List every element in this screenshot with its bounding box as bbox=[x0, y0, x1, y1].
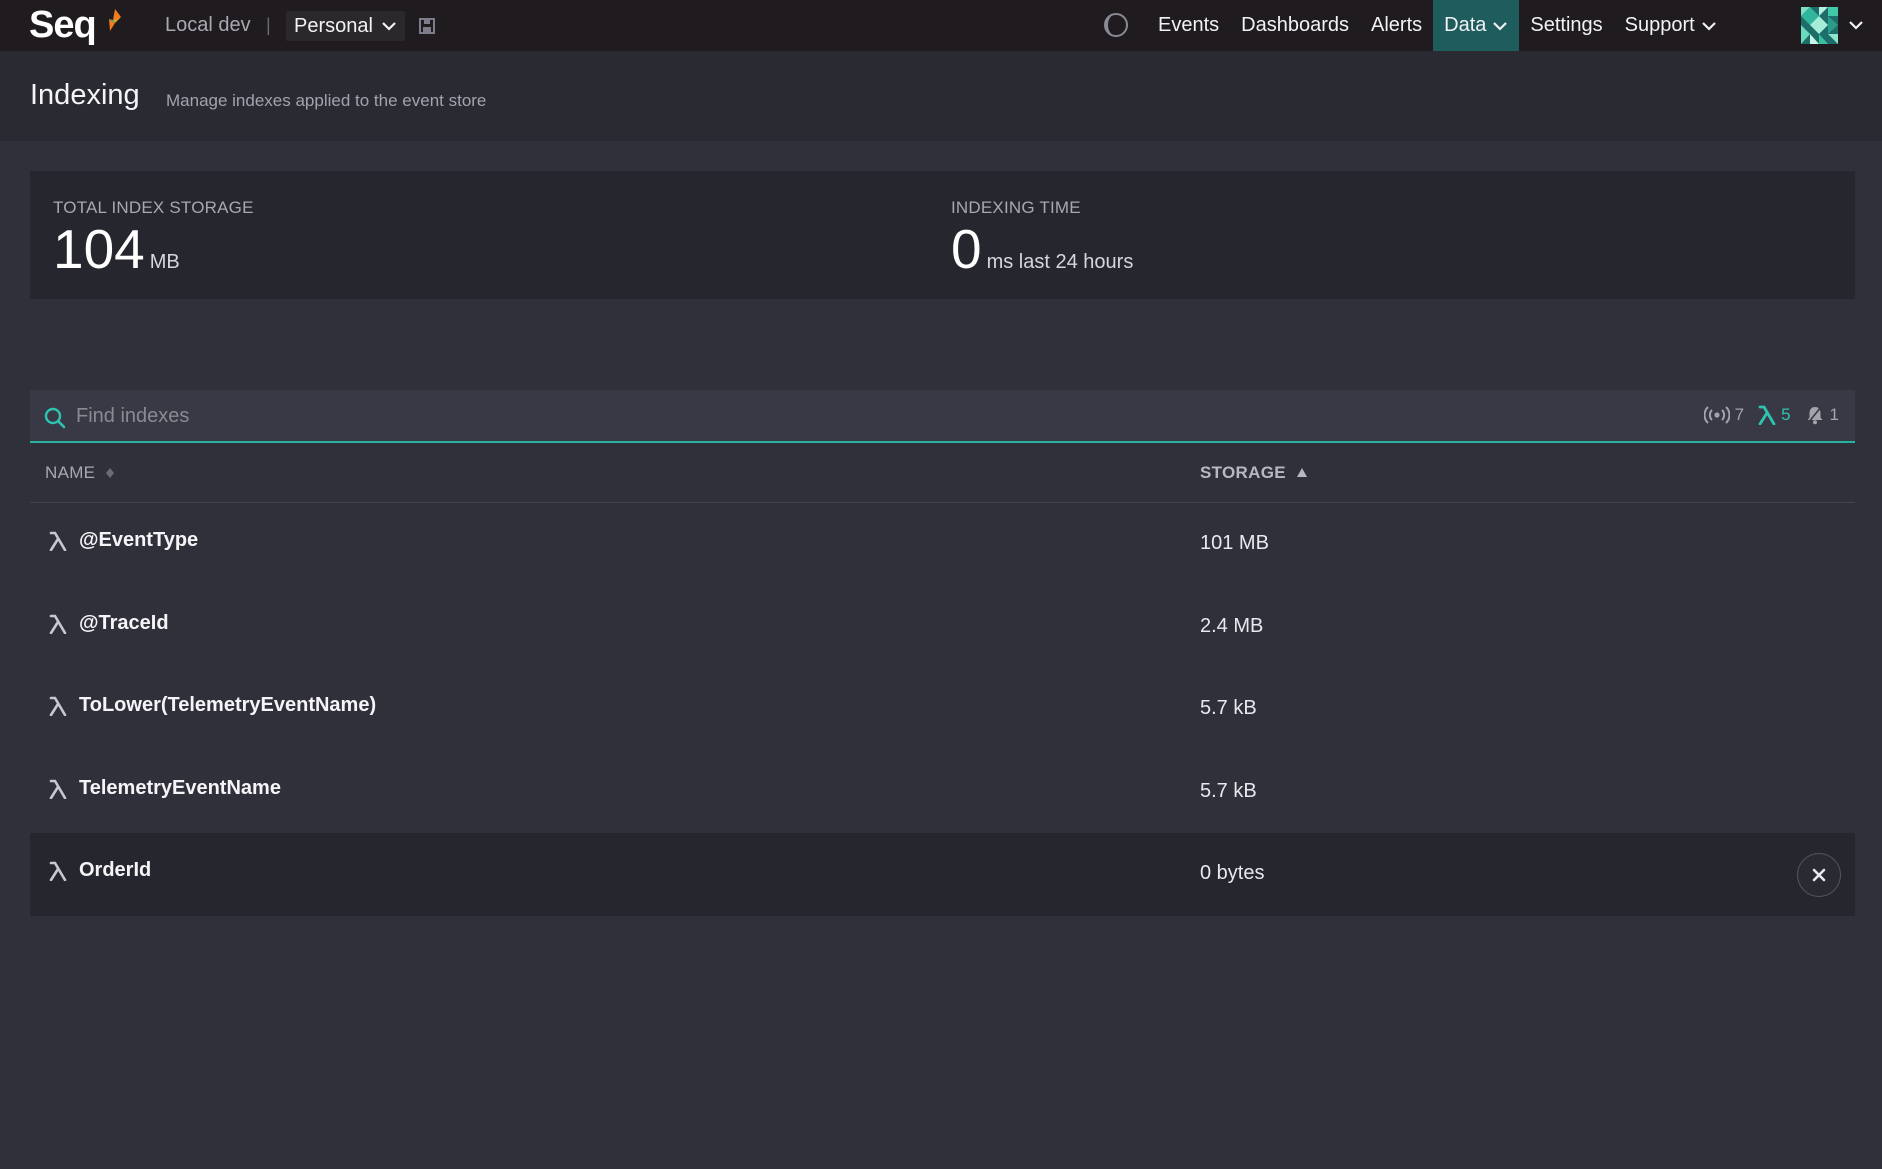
search-bar: 7 5 1 bbox=[30, 390, 1855, 443]
column-header-storage[interactable]: STORAGE bbox=[1200, 463, 1308, 483]
signal-icon bbox=[1703, 406, 1730, 424]
table-row[interactable]: @TraceId 2.4 MB bbox=[30, 586, 1855, 669]
close-icon bbox=[1812, 868, 1826, 882]
index-storage: 0 bytes bbox=[1200, 862, 1265, 884]
seq-logo[interactable]: Seq bbox=[29, 4, 97, 46]
lambda-icon bbox=[1758, 405, 1776, 425]
instance-name: Local dev bbox=[165, 14, 251, 36]
filter-count: 5 bbox=[1781, 405, 1791, 424]
page-subtitle: Manage indexes applied to the event stor… bbox=[166, 91, 487, 110]
sort-unsorted-icon bbox=[106, 468, 115, 478]
seq-flame-icon bbox=[109, 9, 121, 31]
theme-toggle-icon[interactable] bbox=[1103, 12, 1129, 38]
nav-support[interactable]: Support bbox=[1614, 0, 1728, 51]
page-title: Indexing bbox=[30, 79, 140, 111]
stat-label: TOTAL INDEX STORAGE bbox=[53, 198, 254, 217]
lambda-icon bbox=[49, 531, 67, 551]
filter-count: 7 bbox=[1734, 405, 1745, 424]
workspace-icon[interactable] bbox=[418, 17, 436, 35]
chevron-down-icon bbox=[382, 22, 396, 31]
index-name: OrderId bbox=[79, 859, 152, 881]
nav-events[interactable]: Events bbox=[1147, 0, 1230, 51]
nav-data[interactable]: Data bbox=[1433, 0, 1520, 51]
index-storage: 5.7 kB bbox=[1200, 697, 1257, 719]
nav-dashboards[interactable]: Dashboards bbox=[1230, 0, 1360, 51]
page-header: Indexing Manage indexes applied to the e… bbox=[0, 51, 1882, 141]
chevron-down-icon bbox=[1701, 21, 1716, 31]
stat-unit: MB bbox=[149, 251, 180, 273]
index-storage: 101 MB bbox=[1200, 532, 1269, 554]
lambda-icon bbox=[49, 861, 67, 881]
index-storage: 2.4 MB bbox=[1200, 614, 1264, 637]
search-icon bbox=[44, 407, 66, 429]
workspace-selector[interactable]: Personal bbox=[286, 11, 405, 41]
indexes-table: NAME STORAGE @EventType 101 MB @TraceId … bbox=[30, 443, 1855, 916]
bell-icon bbox=[1806, 406, 1823, 425]
stats-panel: TOTAL INDEX STORAGE 104 MB INDEXING TIME … bbox=[30, 171, 1855, 299]
filter-count: 1 bbox=[1829, 405, 1839, 424]
chevron-down-icon bbox=[1493, 21, 1508, 31]
index-name: ToLower(TelemetryEventName) bbox=[79, 694, 377, 716]
sort-ascending-icon bbox=[1296, 468, 1307, 477]
header-separator: | bbox=[266, 15, 271, 35]
lambda-icon bbox=[49, 696, 67, 716]
lambda-icon bbox=[49, 614, 67, 634]
index-storage: 5.7 kB bbox=[1200, 779, 1257, 802]
search-input[interactable] bbox=[74, 398, 1274, 434]
chevron-down-icon[interactable] bbox=[1848, 20, 1864, 30]
index-name: @TraceId bbox=[79, 611, 169, 634]
delete-index-button[interactable] bbox=[1797, 853, 1841, 897]
index-type-filters: 7 5 1 bbox=[1703, 405, 1839, 425]
lambda-icon bbox=[49, 779, 67, 799]
table-header: NAME STORAGE bbox=[30, 443, 1855, 503]
stat-value: 104 bbox=[53, 218, 145, 280]
filter-expression-indexes[interactable]: 5 bbox=[1758, 405, 1791, 425]
index-name: @EventType bbox=[79, 529, 199, 551]
stat-label: INDEXING TIME bbox=[951, 198, 1081, 217]
filter-signals[interactable]: 7 bbox=[1703, 405, 1745, 425]
table-row[interactable]: @EventType 101 MB bbox=[30, 503, 1855, 586]
table-row[interactable]: TelemetryEventName 5.7 kB bbox=[30, 751, 1855, 834]
table-row[interactable]: OrderId 0 bytes bbox=[30, 833, 1855, 916]
nav-settings[interactable]: Settings bbox=[1519, 0, 1613, 51]
filter-alerts[interactable]: 1 bbox=[1805, 405, 1839, 425]
nav-alerts[interactable]: Alerts bbox=[1360, 0, 1433, 51]
workspace-label: Personal bbox=[294, 14, 373, 37]
index-name: TelemetryEventName bbox=[79, 776, 281, 799]
stat-unit: ms last 24 hours bbox=[986, 251, 1134, 273]
user-avatar[interactable] bbox=[1801, 7, 1838, 44]
table-row[interactable]: ToLower(TelemetryEventName) 5.7 kB bbox=[30, 668, 1855, 751]
top-navigation-bar: Seq Local dev | Personal Events Dashboar… bbox=[0, 0, 1882, 51]
stat-value: 0 bbox=[951, 218, 982, 280]
column-header-name[interactable]: NAME bbox=[45, 463, 115, 483]
main-nav: Events Dashboards Alerts Data Settings S… bbox=[1147, 0, 1728, 51]
